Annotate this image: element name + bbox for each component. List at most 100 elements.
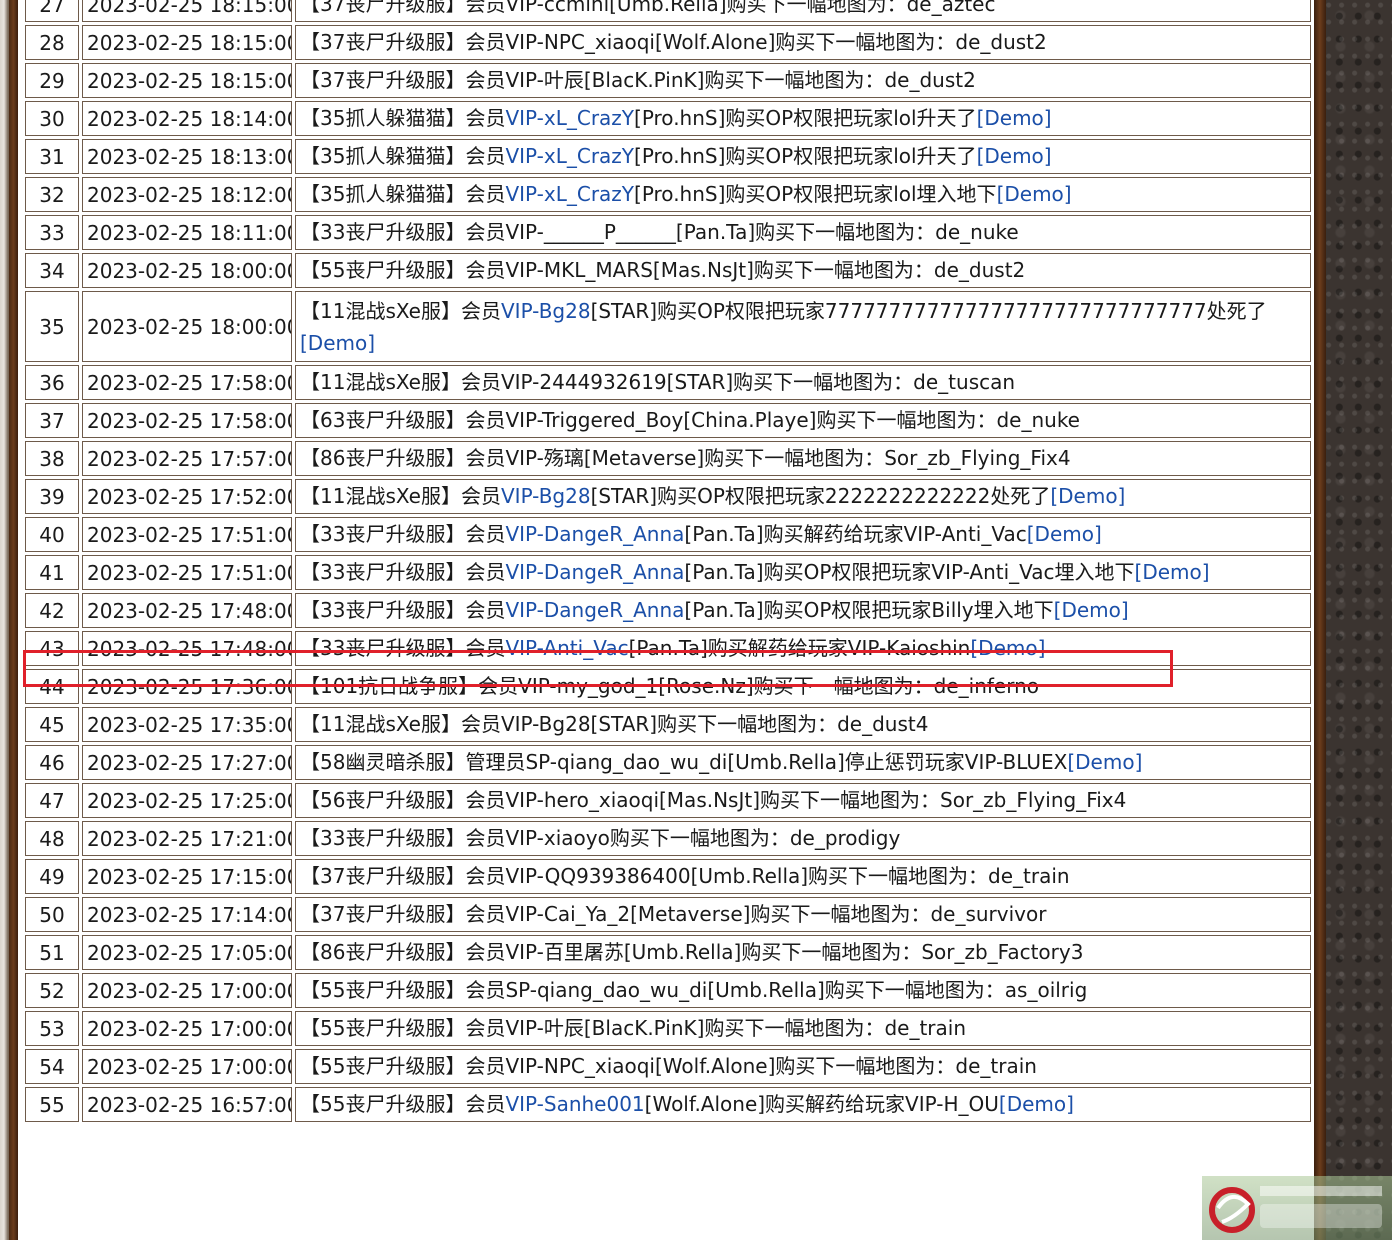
message-text: 【33丧尸升级服】会员 [300,598,506,622]
message-text: [Pro.hnS]购买OP权限把玩家lol升天了 [634,144,977,168]
message-text: 【37丧尸升级服】会员VIP-QQ939386400[Umb.Rella]购买下… [300,864,1070,888]
message-text: 【56丧尸升级服】会员VIP-hero_xiaoqi[Mas.NsJt]购买下一… [300,788,1127,812]
message-text: 【86丧尸升级服】会员VIP-殇璃[Metaverse]购买下一幅地图为：Sor… [300,446,1071,470]
row-timestamp: 2023-02-25 17:05:00 [82,935,292,970]
row-message: 【11混战sXe服】会员VIP-Bg28[STAR]购买OP权限把玩家77777… [295,291,1311,362]
message-text: 【35抓人躲猫猫】会员 [300,106,506,130]
row-number: 52 [25,973,79,1008]
row-number: 55 [25,1087,79,1122]
table-row: 46 2023-02-25 17:27:00 【58幽灵暗杀服】管理员SP-qian… [25,745,1311,780]
right-stone-texture [1326,0,1392,1240]
row-timestamp: 2023-02-25 18:15:00 [82,0,292,22]
purchase-log-table: 27 2023-02-25 18:15:00 【37丧尸升级服】会员VIP-ccmi… [22,0,1314,1125]
message-text: 【55丧尸升级服】会员VIP-NPC_xiaoqi[Wolf.Alone]购买下… [300,1054,1037,1078]
message-text: 【33丧尸升级服】会员 [300,636,506,660]
player-link[interactable]: VIP-xL_CrazY [505,106,634,130]
row-number: 50 [25,897,79,932]
row-number: 39 [25,479,79,514]
row-number: 40 [25,517,79,552]
site-watermark [1202,1176,1392,1240]
message-text: 【37丧尸升级服】会员VIP-Cai_Ya_2[Metaverse]购买下一幅地… [300,902,1047,926]
message-text: 【33丧尸升级服】会员 [300,560,506,584]
row-timestamp: 2023-02-25 17:52:00 [82,479,292,514]
row-number: 32 [25,177,79,212]
row-number: 44 [25,669,79,704]
row-number: 54 [25,1049,79,1084]
demo-link[interactable]: [Demo] [970,636,1045,660]
table-row: 40 2023-02-25 17:51:00 【33丧尸升级服】会员VIP-Dang… [25,517,1311,552]
message-text: 【35抓人躲猫猫】会员 [300,144,506,168]
player-link[interactable]: VIP-Anti_Vac [505,636,628,660]
row-timestamp: 2023-02-25 17:48:00 [82,593,292,628]
row-number: 34 [25,253,79,288]
table-row: 53 2023-02-25 17:00:00 【55丧尸升级服】会员VIP-叶辰[B… [25,1011,1311,1046]
row-number: 41 [25,555,79,590]
row-timestamp: 2023-02-25 18:15:00 [82,25,292,60]
message-text: [Pan.Ta]购买解药给玩家VIP-Anti_Vac [684,522,1027,546]
row-number: 47 [25,783,79,818]
message-text: [STAR]购买OP权限把玩家2222222222222处死了 [590,484,1051,508]
row-message: 【33丧尸升级服】会员VIP-______P______[Pan.Ta]购买下一… [295,215,1311,250]
message-text: [Pan.Ta]购买解药给玩家VIP-Kaioshin [628,636,971,660]
row-timestamp: 2023-02-25 17:57:00 [82,441,292,476]
demo-link[interactable]: [Demo] [977,106,1052,130]
demo-link[interactable]: [Demo] [1050,484,1125,508]
table-row: 36 2023-02-25 17:58:00 【11混战sXe服】会员VIP-244… [25,365,1311,400]
demo-link[interactable]: [Demo] [997,182,1072,206]
table-row: 39 2023-02-25 17:52:00 【11混战sXe服】会员VIP-Bg2… [25,479,1311,514]
player-link[interactable]: VIP-Bg28 [501,484,591,508]
row-timestamp: 2023-02-25 17:51:00 [82,517,292,552]
window-left-edge [0,0,9,1240]
player-link[interactable]: VIP-DangeR_Anna [505,598,684,622]
row-timestamp: 2023-02-25 17:58:00 [82,403,292,438]
player-link[interactable]: VIP-DangeR_Anna [505,522,684,546]
message-text: 【37丧尸升级服】会员VIP-叶辰[BlacK.PinK]购买下一幅地图为：de… [300,68,976,92]
demo-link[interactable]: [Demo] [300,331,375,355]
table-row: 34 2023-02-25 18:00:00 【55丧尸升级服】会员VIP-MKL_… [25,253,1311,288]
demo-link[interactable]: [Demo] [977,144,1052,168]
table-row: 44 2023-02-25 17:36:00 【101抗日战争服】会员VIP-my_… [25,669,1311,704]
message-text: 【63丧尸升级服】会员VIP-Triggered_Boy[China.Playe… [300,408,1080,432]
message-text: 【55丧尸升级服】会员VIP-MKL_MARS[Mas.NsJt]购买下一幅地图… [300,258,1026,282]
row-message: 【35抓人躲猫猫】会员VIP-xL_CrazY[Pro.hnS]购买OP权限把玩… [295,177,1311,212]
player-link[interactable]: VIP-DangeR_Anna [505,560,684,584]
message-text: 【55丧尸升级服】会员SP-qiang_dao_wu_di[Umb.Rella]… [300,978,1088,1002]
row-number: 29 [25,63,79,98]
player-link[interactable]: VIP-Bg28 [501,299,591,323]
row-message: 【56丧尸升级服】会员VIP-hero_xiaoqi[Mas.NsJt]购买下一… [295,783,1311,818]
row-number: 49 [25,859,79,894]
row-timestamp: 2023-02-25 18:00:00 [82,253,292,288]
player-link[interactable]: VIP-xL_CrazY [505,144,634,168]
row-message: 【63丧尸升级服】会员VIP-Triggered_Boy[China.Playe… [295,403,1311,438]
demo-link[interactable]: [Demo] [1027,522,1102,546]
row-timestamp: 2023-02-25 18:13:00 [82,139,292,174]
player-link[interactable]: VIP-xL_CrazY [505,182,634,206]
row-message: 【33丧尸升级服】会员VIP-DangeR_Anna[Pan.Ta]购买OP权限… [295,555,1311,590]
row-message: 【33丧尸升级服】会员VIP-xiaoyo购买下一幅地图为：de_prodigy [295,821,1311,856]
row-number: 51 [25,935,79,970]
table-row: 49 2023-02-25 17:15:00 【37丧尸升级服】会员VIP-QQ93… [25,859,1311,894]
row-timestamp: 2023-02-25 16:57:00 [82,1087,292,1122]
message-text: 【101抗日战争服】会员VIP-my_god_1[Rose.Nz]购买下一幅地图… [300,674,1040,698]
row-message: 【35抓人躲猫猫】会员VIP-xL_CrazY[Pro.hnS]购买OP权限把玩… [295,101,1311,136]
message-text: 【33丧尸升级服】会员VIP-xiaoyo购买下一幅地图为：de_prodigy [300,826,901,850]
table-row: 55 2023-02-25 16:57:00 【55丧尸升级服】会员VIP-Sanh… [25,1087,1311,1122]
message-text: 【37丧尸升级服】会员VIP-ccmini[Umb.Rella]购买下一幅地图为… [300,0,996,16]
row-message: 【35抓人躲猫猫】会员VIP-xL_CrazY[Pro.hnS]购买OP权限把玩… [295,139,1311,174]
table-row: 35 2023-02-25 18:00:00 【11混战sXe服】会员VIP-Bg2… [25,291,1311,362]
row-message: 【33丧尸升级服】会员VIP-DangeR_Anna[Pan.Ta]购买解药给玩… [295,517,1311,552]
table-row: 29 2023-02-25 18:15:00 【37丧尸升级服】会员VIP-叶辰[B… [25,63,1311,98]
player-link[interactable]: VIP-Sanhe001 [505,1092,644,1116]
row-timestamp: 2023-02-25 17:00:00 [82,1011,292,1046]
message-text: 【86丧尸升级服】会员VIP-百里屠苏[Umb.Rella]购买下一幅地图为：S… [300,940,1084,964]
demo-link[interactable]: [Demo] [999,1092,1074,1116]
table-row: 37 2023-02-25 17:58:00 【63丧尸升级服】会员VIP-Trig… [25,403,1311,438]
demo-link[interactable]: [Demo] [1054,598,1129,622]
message-text: [Pan.Ta]购买OP权限把玩家Billy埋入地下 [684,598,1054,622]
log-table-body: 27 2023-02-25 18:15:00 【37丧尸升级服】会员VIP-ccmi… [25,0,1311,1122]
demo-link[interactable]: [Demo] [1067,750,1142,774]
table-row: 41 2023-02-25 17:51:00 【33丧尸升级服】会员VIP-Dang… [25,555,1311,590]
row-number: 28 [25,25,79,60]
demo-link[interactable]: [Demo] [1135,560,1210,584]
row-message: 【33丧尸升级服】会员VIP-Anti_Vac[Pan.Ta]购买解药给玩家VI… [295,631,1311,666]
